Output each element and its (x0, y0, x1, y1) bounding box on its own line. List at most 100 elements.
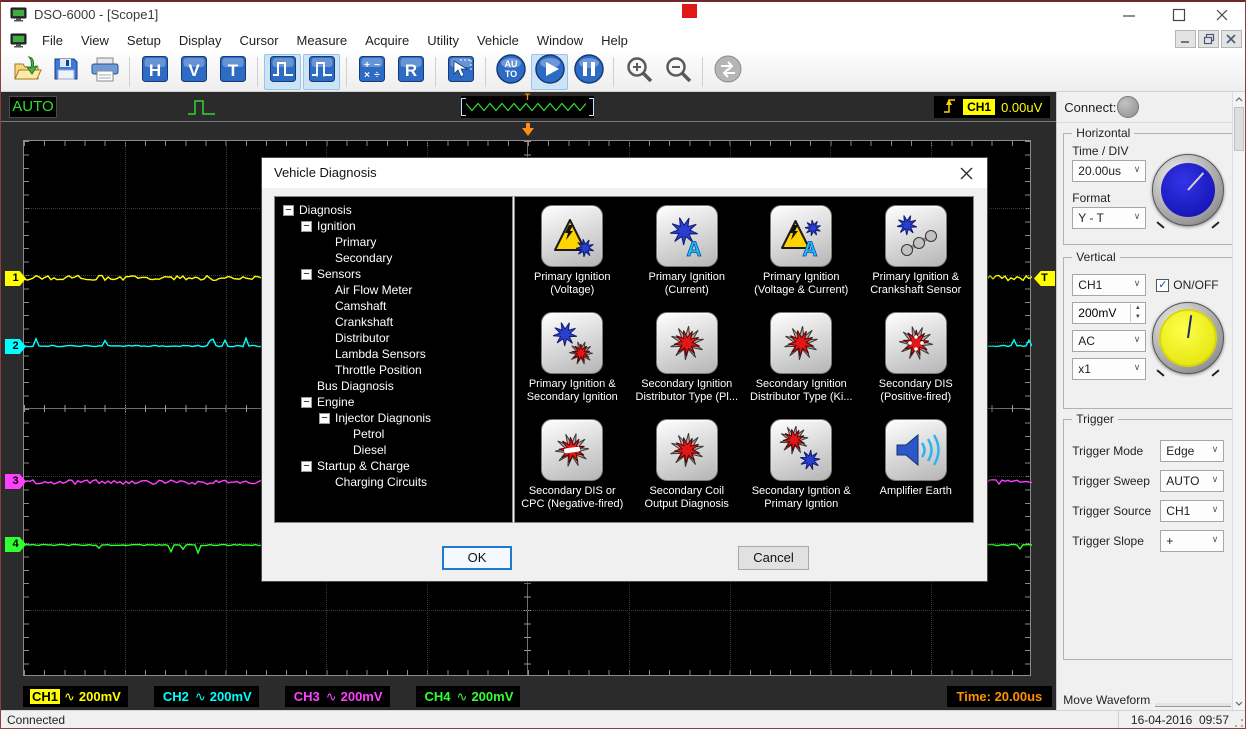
menu-acquire[interactable]: Acquire (356, 31, 418, 50)
collapse-icon[interactable]: − (319, 413, 330, 424)
red-blue-burst-icon[interactable] (770, 419, 832, 481)
ref-button[interactable]: R (392, 54, 429, 90)
tree-item-camshaft[interactable]: Camshaft (275, 298, 512, 314)
horizontal-knob[interactable] (1150, 152, 1226, 228)
volts-div-stepper[interactable]: 200mV ▲▼ (1072, 302, 1146, 324)
diagnosis-item-secondary-igntion-primary-igntion[interactable]: Secondary Igntion &Primary Igntion (744, 413, 859, 520)
collapse-icon[interactable]: − (283, 205, 294, 216)
tree-item-lambda-sensors[interactable]: Lambda Sensors (275, 346, 512, 362)
pulse-button[interactable] (264, 54, 301, 90)
pulse-measure-button[interactable] (303, 54, 340, 90)
run-button[interactable] (531, 54, 568, 90)
mdi-close-button[interactable] (1221, 30, 1242, 48)
menu-utility[interactable]: Utility (418, 31, 468, 50)
tree-item-air-flow-meter[interactable]: Air Flow Meter (275, 282, 512, 298)
trigger-row-trigger-sweep-select[interactable]: AUTO (1160, 470, 1224, 492)
close-button[interactable] (1215, 8, 1231, 22)
tree-item-startup-charge[interactable]: −Startup & Charge (275, 458, 512, 474)
tree-item-throttle-position[interactable]: Throttle Position (275, 362, 512, 378)
menu-display[interactable]: Display (170, 31, 231, 50)
trigger-level-marker[interactable]: T (1034, 271, 1055, 286)
vertical-channel-select[interactable]: CH1 (1072, 274, 1146, 296)
mdi-restore-button[interactable] (1198, 30, 1219, 48)
checkbox-checked-icon[interactable]: ✓ (1156, 279, 1169, 292)
horizontal-trigger-position-marker[interactable] (522, 123, 534, 137)
diagnosis-item-primary-ignition-crankshaft-sensor[interactable]: Primary Ignition &Crankshaft Sensor (859, 199, 974, 306)
red-burst-dots-icon[interactable] (885, 312, 947, 374)
diagnosis-item-secondary-dis-positive-fired[interactable]: Secondary DIS(Positive-fired) (859, 306, 974, 413)
zoom-out-button[interactable] (659, 54, 696, 90)
transfer-button[interactable] (709, 54, 746, 90)
collapse-icon[interactable]: − (301, 221, 312, 232)
menu-help[interactable]: Help (592, 31, 637, 50)
menu-cursor[interactable]: Cursor (231, 31, 288, 50)
tree-item-petrol[interactable]: Petrol (275, 426, 512, 442)
diagnosis-item-primary-ignition-secondary-ignition[interactable]: Primary Ignition &Secondary Ignition (515, 306, 630, 413)
blue-red-burst-icon[interactable] (541, 312, 603, 374)
menu-setup[interactable]: Setup (118, 31, 170, 50)
collapse-icon[interactable]: − (301, 397, 312, 408)
menu-window[interactable]: Window (528, 31, 592, 50)
diagnosis-item-secondary-ignition-distributor-type-pl[interactable]: Secondary IgnitionDistributor Type (Pl..… (630, 306, 745, 413)
coupling-select[interactable]: AC (1072, 330, 1146, 352)
waveform-preview[interactable]: T (461, 96, 594, 118)
tree-item-injector-diagnonis[interactable]: −Injector Diagnonis (275, 410, 512, 426)
print-button[interactable] (86, 54, 123, 90)
diagnosis-item-secondary-ignition-distributor-type-ki[interactable]: Secondary IgnitionDistributor Type (Ki..… (744, 306, 859, 413)
tree-item-distributor[interactable]: Distributor (275, 330, 512, 346)
trigger-cursor-button[interactable]: T (214, 54, 251, 90)
scrollbar-thumb[interactable] (1234, 107, 1244, 151)
diagnosis-item-secondary-dis-or-cpc-negative-fired[interactable]: Secondary DIS orCPC (Negative-fired) (515, 413, 630, 520)
mdi-minimize-button[interactable] (1175, 30, 1196, 48)
tree-item-crankshaft[interactable]: Crankshaft (275, 314, 512, 330)
warning-burst-icon[interactable] (541, 205, 603, 267)
open-button[interactable] (8, 54, 45, 90)
tree-item-sensors[interactable]: −Sensors (275, 266, 512, 282)
warning-ampere-icon[interactable]: A (770, 205, 832, 267)
tree-item-ignition[interactable]: −Ignition (275, 218, 512, 234)
diagnosis-item-amplifier-earth[interactable]: Amplifier Earth (859, 413, 974, 520)
autoset-button[interactable]: AUTO (492, 54, 529, 90)
menu-measure[interactable]: Measure (288, 31, 357, 50)
menu-view[interactable]: View (72, 31, 118, 50)
diagnosis-item-primary-ignition-current[interactable]: APrimary Ignition(Current) (630, 199, 745, 306)
diagnosis-item-primary-ignition-voltage-current[interactable]: APrimary Ignition(Voltage & Current) (744, 199, 859, 306)
red-burst-icon[interactable] (656, 312, 718, 374)
tree-item-diesel[interactable]: Diesel (275, 442, 512, 458)
collapse-icon[interactable]: − (301, 269, 312, 280)
format-select[interactable]: Y - T (1072, 207, 1146, 229)
panel-scrollbar[interactable] (1232, 92, 1245, 710)
vertical-knob[interactable] (1150, 300, 1226, 376)
dialog-close-icon[interactable] (958, 165, 974, 181)
tree-item-bus-diagnosis[interactable]: Bus Diagnosis (275, 378, 512, 394)
horizontal-cursor-button[interactable]: H (136, 54, 173, 90)
tree-item-primary[interactable]: Primary (275, 234, 512, 250)
time-div-select[interactable]: 20.00us (1072, 160, 1146, 182)
math-button[interactable]: +−×÷ (353, 54, 390, 90)
diagnosis-item-primary-ignition-voltage[interactable]: Primary Ignition(Voltage) (515, 199, 630, 306)
scroll-up-icon[interactable] (1233, 92, 1245, 106)
cursor-measure-button[interactable] (442, 54, 479, 90)
cancel-button[interactable]: Cancel (738, 546, 809, 570)
maximize-button[interactable] (1172, 8, 1188, 22)
speaker-icon[interactable] (885, 419, 947, 481)
trigger-row-trigger-slope-select[interactable]: + (1160, 530, 1224, 552)
tree-item-diagnosis[interactable]: −Diagnosis (275, 202, 512, 218)
burst-crankshaft-icon[interactable] (885, 205, 947, 267)
save-button[interactable] (47, 54, 84, 90)
red-burst-minus-icon[interactable] (541, 419, 603, 481)
move-waveform-slider[interactable] (1155, 703, 1231, 707)
vertical-cursor-button[interactable]: V (175, 54, 212, 90)
tree-item-engine[interactable]: −Engine (275, 394, 512, 410)
menu-vehicle[interactable]: Vehicle (468, 31, 528, 50)
tree-item-secondary[interactable]: Secondary (275, 250, 512, 266)
zoom-in-button[interactable] (620, 54, 657, 90)
trigger-row-trigger-source-select[interactable]: CH1 (1160, 500, 1224, 522)
collapse-icon[interactable]: − (301, 461, 312, 472)
diagnosis-item-secondary-coil-output-diagnosis[interactable]: Secondary CoilOutput Diagnosis (630, 413, 745, 520)
pause-button[interactable] (570, 54, 607, 90)
menu-file[interactable]: File (33, 31, 72, 50)
channel-onoff[interactable]: ✓ ON/OFF (1156, 278, 1218, 292)
scroll-down-icon[interactable] (1233, 696, 1245, 710)
probe-select[interactable]: x1 (1072, 358, 1146, 380)
